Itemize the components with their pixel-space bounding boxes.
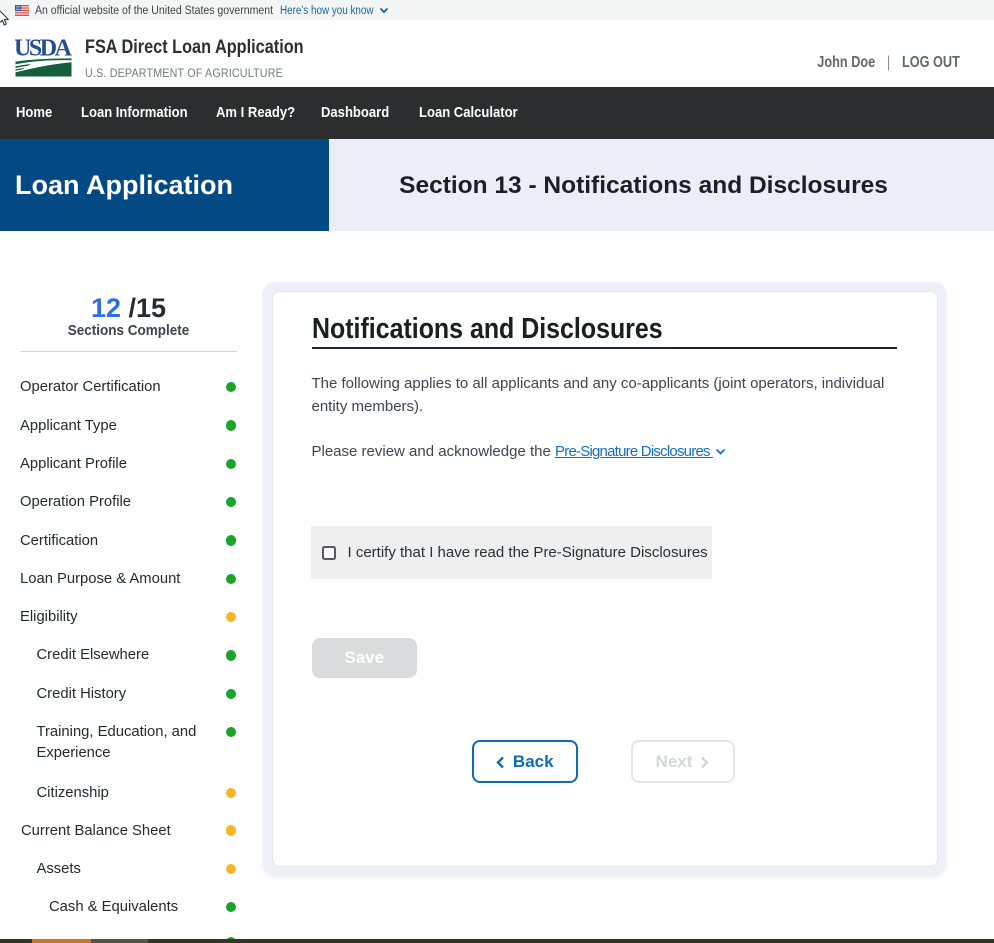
svg-text:USDA: USDA (15, 39, 72, 62)
